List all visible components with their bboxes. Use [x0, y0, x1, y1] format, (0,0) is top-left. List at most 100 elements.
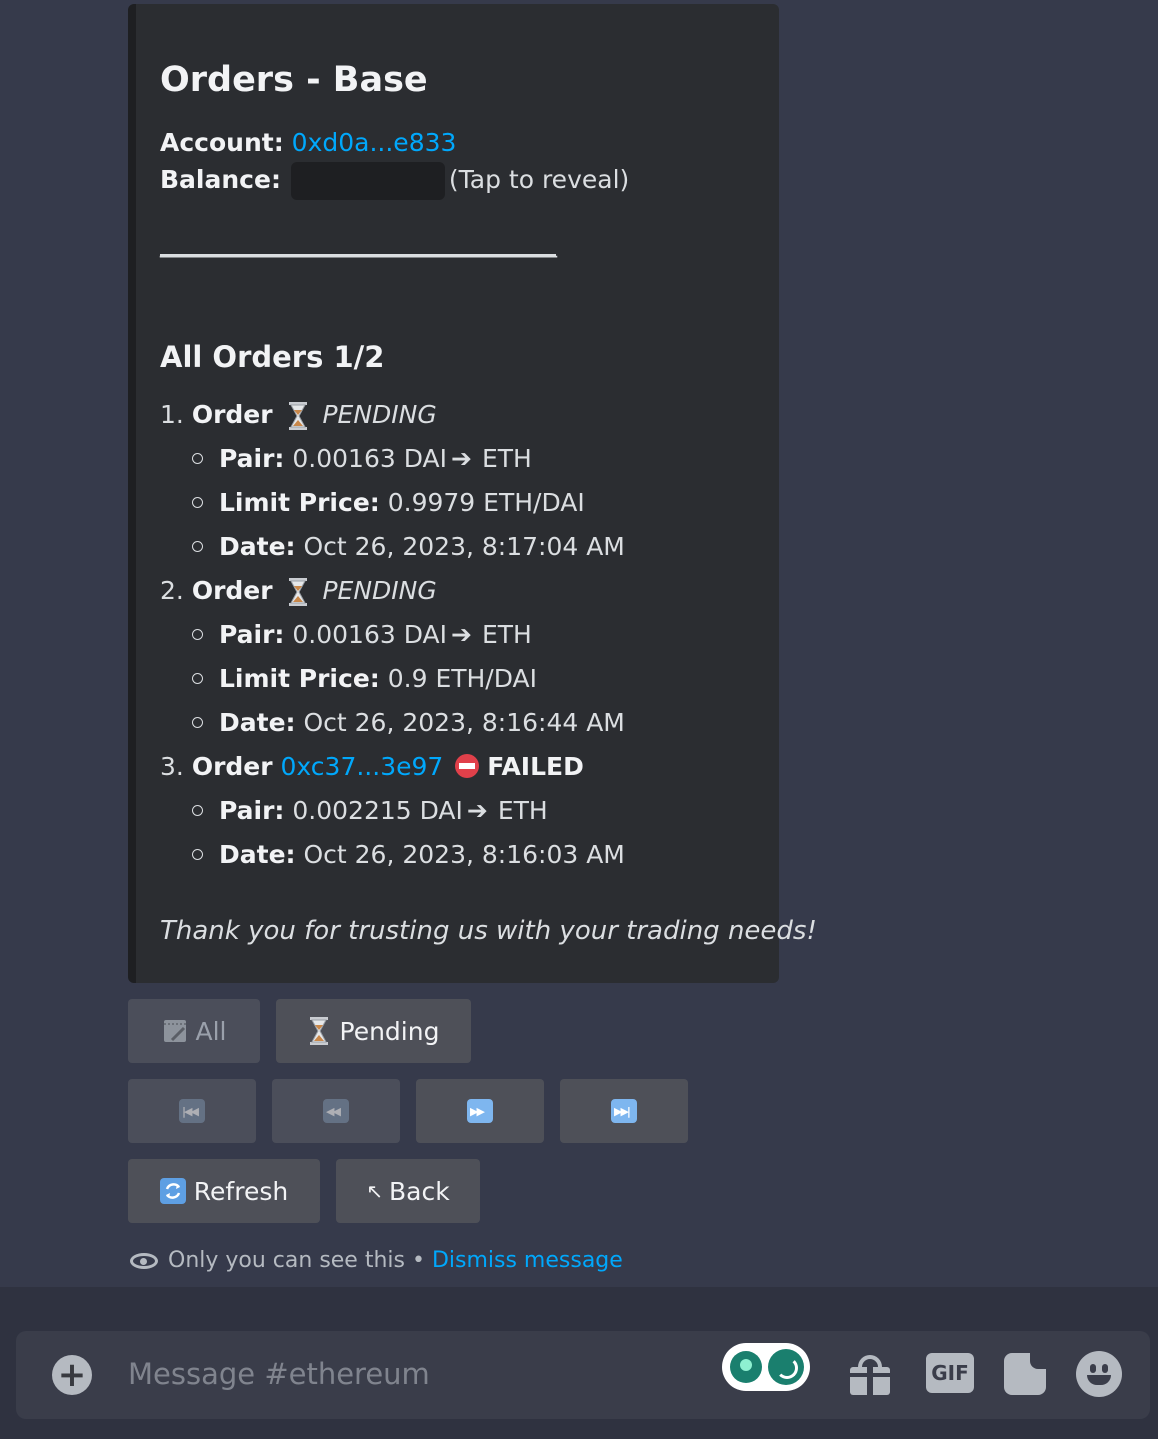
previous-page-icon: ◀◀ — [323, 1099, 349, 1123]
order-date: Date: Oct 26, 2023, 8:17:04 AM — [192, 532, 625, 561]
gif-button[interactable]: GIF — [926, 1353, 974, 1393]
next-page-icon: ▶▶ — [467, 1099, 493, 1123]
bullet-icon — [192, 804, 203, 816]
app-toggle[interactable] — [722, 1343, 810, 1391]
orders-embed: Orders - Base Account: 0xd0a...e833 Bala… — [128, 4, 817, 983]
order-date: Date: Oct 26, 2023, 8:16:03 AM — [192, 840, 625, 869]
account-line: Account: 0xd0a...e833 — [160, 128, 456, 157]
section-title: All Orders 1/2 — [160, 340, 385, 374]
limit-value: 0.9979 ETH/DAI — [387, 488, 585, 517]
limit-value: 0.9 ETH/DAI — [387, 664, 538, 693]
pair-from: 0.002215 DAI — [292, 796, 463, 825]
bullet-icon — [192, 540, 203, 552]
next-page-button[interactable]: ▶▶ — [416, 1079, 544, 1143]
date-label: Date: — [219, 840, 296, 869]
divider-line: ____________________________________ — [160, 230, 557, 258]
filter-all-button[interactable]: All — [128, 999, 260, 1063]
balance-line: Balance: (Tap to reveal) — [160, 162, 629, 200]
last-page-icon: ▶▶| — [611, 1099, 637, 1123]
notice-text: Only you can see this • — [168, 1248, 425, 1273]
order-pair: Pair: 0.00163 DAI ➔ ETH — [192, 444, 532, 473]
order-limit: Limit Price: 0.9 ETH/DAI — [192, 664, 537, 693]
embed-footer: Thank you for trusting us with your trad… — [160, 916, 817, 946]
pair-from: 0.00163 DAI — [292, 444, 447, 473]
hourglass-icon — [309, 1017, 328, 1045]
filter-pending-label: Pending — [339, 1016, 440, 1046]
first-page-icon: |◀◀ — [179, 1099, 205, 1123]
pair-label: Pair: — [219, 796, 285, 825]
embed-title: Orders - Base — [160, 60, 428, 100]
account-label: Account: — [160, 128, 284, 157]
lightbulb-icon — [730, 1351, 762, 1383]
order-label: Order — [191, 576, 273, 605]
balance-hint: (Tap to reveal) — [448, 165, 630, 194]
order-limit: Limit Price: 0.9979 ETH/DAI — [192, 488, 585, 517]
refresh-icon — [159, 1178, 186, 1204]
date-value: Oct 26, 2023, 8:16:03 AM — [303, 840, 625, 869]
refresh-label: Refresh — [193, 1176, 289, 1206]
date-value: Oct 26, 2023, 8:16:44 AM — [303, 708, 625, 737]
order-label: Order — [191, 752, 273, 781]
order-number: 2. — [160, 576, 184, 605]
memo-icon — [163, 1020, 186, 1042]
order-status: FAILED — [487, 752, 584, 781]
order-label: Order — [191, 400, 273, 429]
emoji-icon[interactable] — [1076, 1351, 1122, 1397]
bullet-icon — [192, 452, 203, 464]
last-page-button[interactable]: ▶▶| — [560, 1079, 688, 1143]
balance-label: Balance: — [160, 165, 281, 194]
add-attachment-icon[interactable]: + — [52, 1355, 92, 1395]
dismiss-message-link[interactable]: Dismiss message — [432, 1248, 623, 1273]
no-entry-icon — [455, 754, 480, 778]
order-item: 3. Order 0xc37...3e97 FAILED — [160, 752, 584, 781]
refresh-button[interactable]: Refresh — [128, 1159, 320, 1223]
back-label: Back — [389, 1176, 450, 1206]
arrow-icon: ➔ — [466, 796, 488, 825]
message-composer: + Message #ethereum GIF — [16, 1331, 1150, 1419]
first-page-button[interactable]: |◀◀ — [128, 1079, 256, 1143]
date-label: Date: — [219, 708, 296, 737]
order-item: 2. Order PENDING — [160, 576, 437, 606]
filter-all-label: All — [195, 1016, 227, 1046]
gift-icon[interactable] — [850, 1353, 890, 1395]
order-pair: Pair: 0.002215 DAI ➔ ETH — [192, 796, 548, 825]
arrow-icon: ➔ — [451, 620, 472, 649]
pair-to: ETH — [481, 444, 532, 473]
bullet-icon — [192, 672, 203, 684]
limit-label: Limit Price: — [219, 488, 380, 517]
order-item: 1. Order PENDING — [160, 400, 437, 430]
order-date: Date: Oct 26, 2023, 8:16:44 AM — [192, 708, 625, 737]
sticker-icon[interactable] — [1004, 1353, 1046, 1395]
eye-icon — [130, 1252, 158, 1269]
order-status: PENDING — [322, 576, 437, 605]
bullet-icon — [192, 716, 203, 728]
order-number: 3. — [160, 752, 184, 781]
order-number: 1. — [160, 400, 184, 429]
previous-page-button[interactable]: ◀◀ — [272, 1079, 400, 1143]
order-status: PENDING — [322, 400, 437, 429]
order-pair: Pair: 0.00163 DAI ➔ ETH — [192, 620, 532, 649]
hourglass-icon — [288, 578, 307, 606]
date-value: Oct 26, 2023, 8:17:04 AM — [303, 532, 625, 561]
pair-label: Pair: — [219, 444, 285, 473]
bullet-icon — [192, 848, 203, 860]
bullet-icon — [192, 628, 203, 640]
hourglass-icon — [288, 402, 307, 430]
ephemeral-notice: Only you can see this • Dismiss message — [130, 1248, 623, 1273]
order-tx-link[interactable]: 0xc37...3e97 — [281, 752, 444, 781]
account-link[interactable]: 0xd0a...e833 — [292, 128, 457, 157]
pair-to: ETH — [481, 620, 532, 649]
filter-pending-button[interactable]: Pending — [276, 999, 471, 1063]
message-input[interactable]: Message #ethereum — [128, 1357, 430, 1391]
arrow-icon: ➔ — [451, 444, 472, 473]
arrow-up-left-icon: ↖ — [366, 1179, 384, 1203]
balance-spoiler[interactable] — [290, 162, 445, 200]
pair-label: Pair: — [219, 620, 285, 649]
back-button[interactable]: ↖ Back — [336, 1159, 480, 1223]
bullet-icon — [192, 496, 203, 508]
limit-label: Limit Price: — [219, 664, 380, 693]
pair-from: 0.00163 DAI — [292, 620, 447, 649]
date-label: Date: — [219, 532, 296, 561]
loader-icon — [768, 1349, 804, 1385]
pair-to: ETH — [497, 796, 548, 825]
